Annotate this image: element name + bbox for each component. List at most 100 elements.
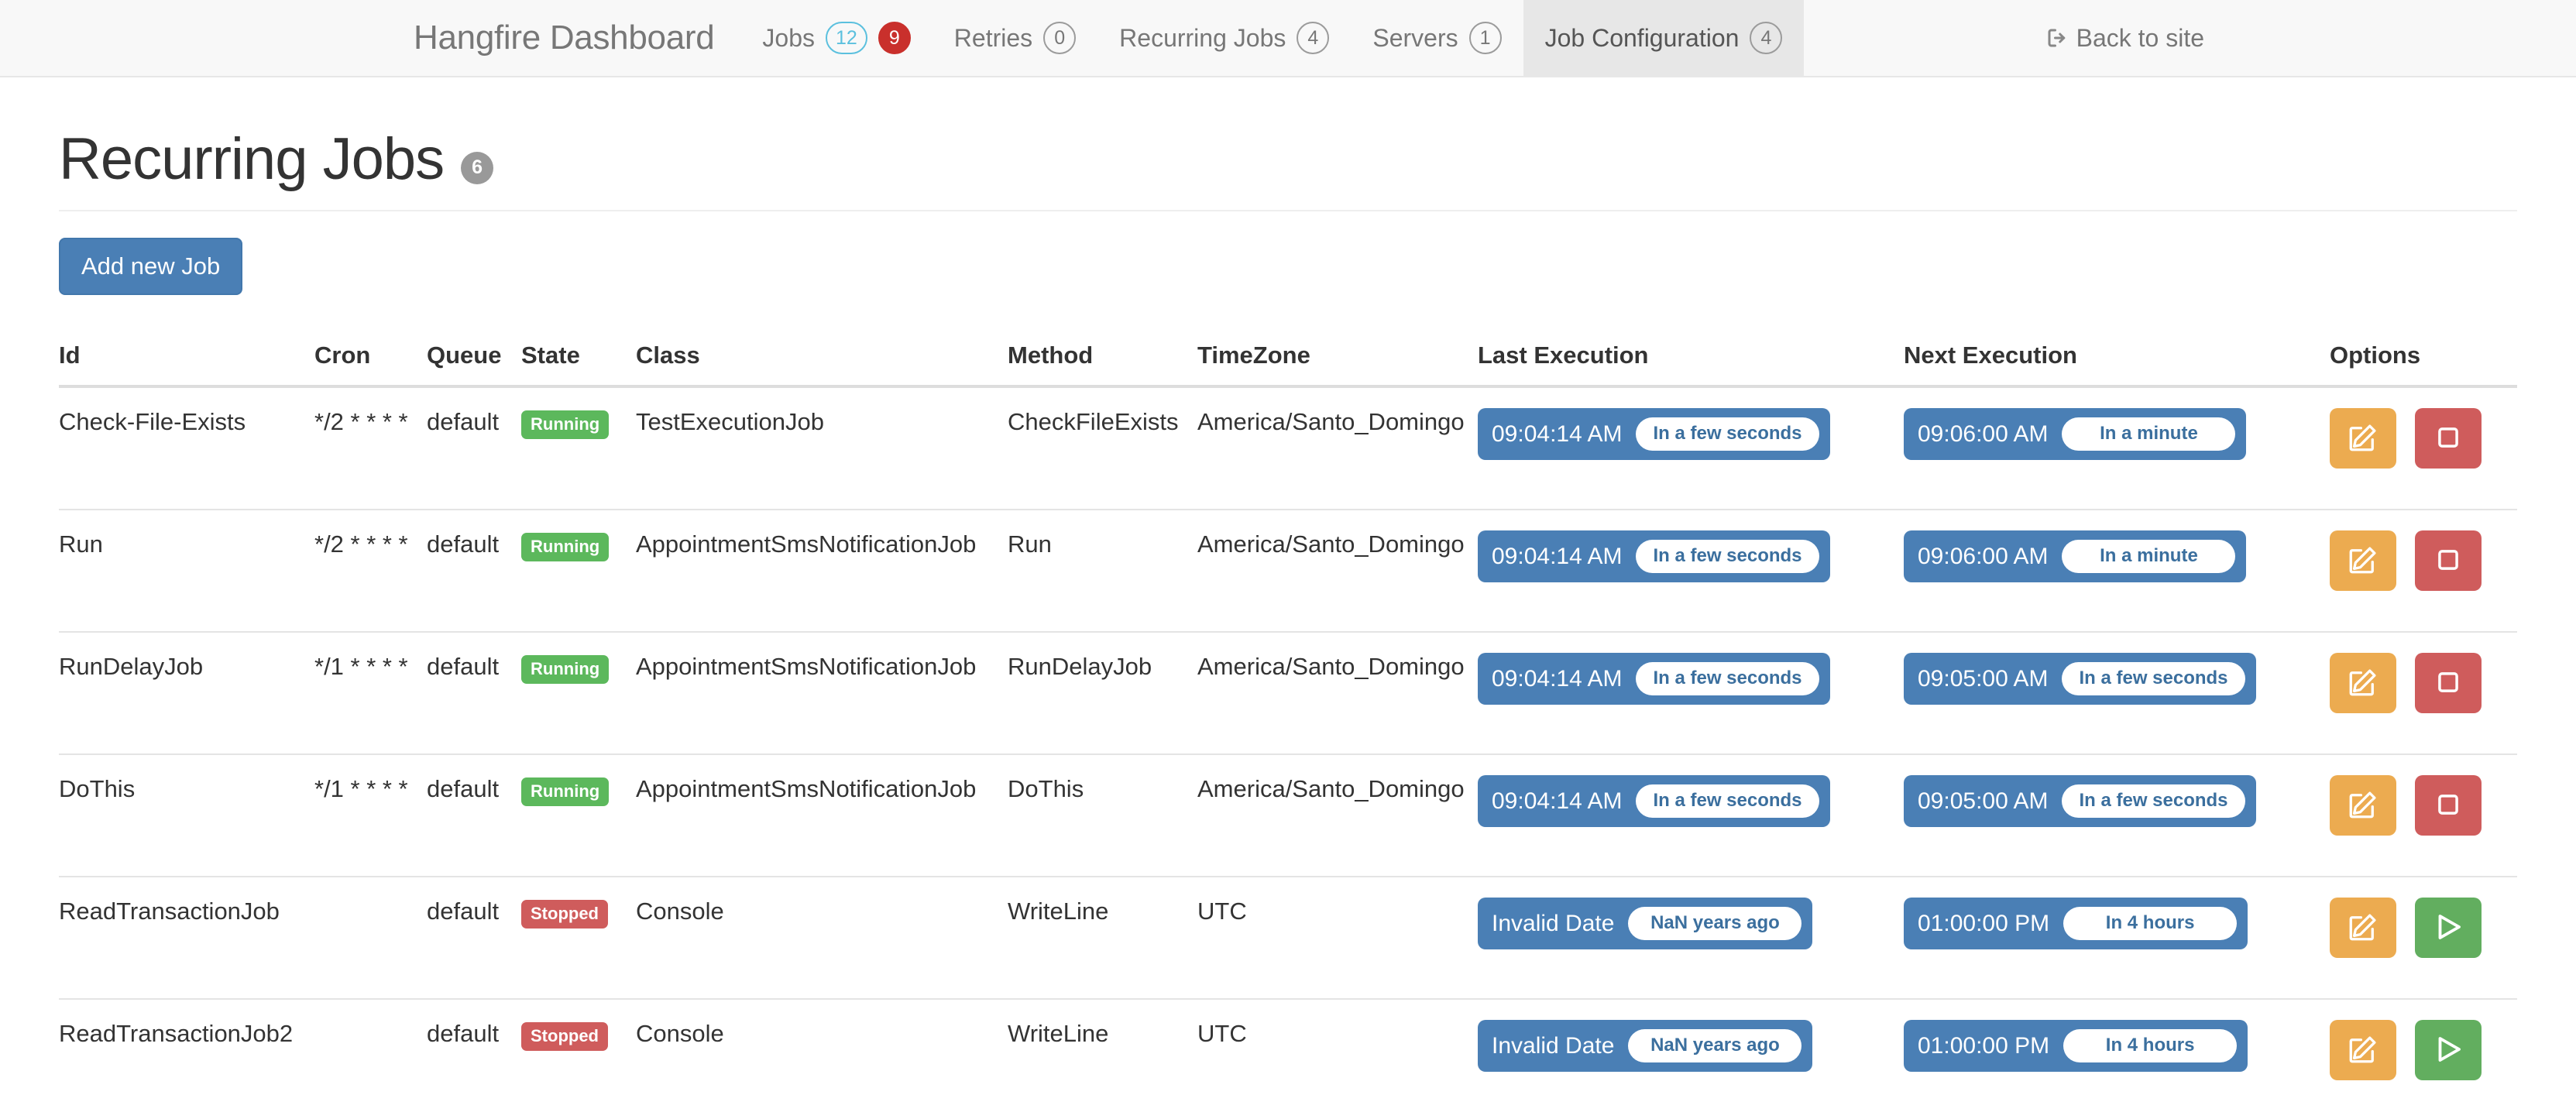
last-execution-badge: 09:04:14 AM In a few seconds [1478, 530, 1830, 582]
edit-job-button[interactable] [2330, 530, 2396, 591]
edit-job-button[interactable] [2330, 408, 2396, 469]
execution-time: 09:06:00 AM [1918, 543, 2049, 569]
cell-class: Console [636, 998, 1008, 1095]
nav-item-jobs[interactable]: Jobs 12 9 [740, 0, 932, 76]
play-icon [2432, 1033, 2464, 1068]
cell-state: Running [521, 753, 636, 877]
column-header-id: Id [59, 329, 314, 388]
nav-badge-danger: 9 [878, 22, 911, 54]
next-execution-badge: 09:05:00 AM In a few seconds [1904, 653, 2256, 705]
cell-id: ReadTransactionJob [59, 876, 314, 999]
status-badge: Stopped [521, 900, 608, 929]
nav-item-servers[interactable]: Servers 1 [1351, 0, 1523, 76]
execution-relative-time: In a few seconds [2062, 662, 2245, 695]
column-header-next-execution: Next Execution [1904, 329, 2330, 388]
execution-relative-time: In a minute [2062, 540, 2236, 573]
table-row: Run */2 * * * * default Running AppointmentS… [59, 509, 2517, 632]
execution-relative-time: In 4 hours [2063, 907, 2238, 940]
nav-item-job-configuration[interactable]: Job Configuration 4 [1523, 0, 1805, 76]
edit-icon [2347, 666, 2379, 701]
table-row: DoThis */1 * * * * default Running Appointme… [59, 753, 2517, 877]
recurring-jobs-table: Id Cron Queue State Class Method TimeZon… [59, 329, 2517, 1095]
play-icon [2432, 911, 2464, 946]
execution-time: 01:00:00 PM [1918, 910, 2050, 936]
cell-class: Console [636, 876, 1008, 999]
back-to-site-link[interactable]: Back to site [2024, 24, 2226, 53]
options-button-group [2330, 1020, 2517, 1080]
cell-id: Run [59, 509, 314, 632]
cell-method: Run [1008, 509, 1197, 632]
column-header-queue: Queue [427, 329, 521, 388]
table-row: Check-File-Exists */2 * * * * default Runni… [59, 386, 2517, 510]
cell-cron: */1 * * * * [314, 631, 427, 754]
cell-last-execution: Invalid Date NaN years ago [1478, 876, 1904, 999]
options-button-group [2330, 898, 2517, 958]
edit-job-button[interactable] [2330, 653, 2396, 713]
cell-timezone: UTC [1197, 998, 1478, 1095]
edit-job-button[interactable] [2330, 775, 2396, 836]
nav-item-recurring-jobs[interactable]: Recurring Jobs 4 [1097, 0, 1351, 76]
sign-out-icon [2045, 26, 2069, 50]
column-header-cron: Cron [314, 329, 427, 388]
edit-icon [2347, 1033, 2379, 1068]
page-header: Recurring Jobs 6 [59, 77, 2517, 211]
column-header-method: Method [1008, 329, 1197, 388]
edit-job-button[interactable] [2330, 1020, 2396, 1080]
cell-timezone: America/Santo_Domingo [1197, 631, 1478, 754]
stop-job-button[interactable] [2415, 653, 2482, 713]
add-new-job-button[interactable]: Add new Job [59, 238, 243, 295]
cell-options [2330, 386, 2517, 510]
nav-item-label: Retries [953, 23, 1033, 52]
execution-relative-time: In a few seconds [1636, 784, 1819, 818]
last-execution-badge: Invalid Date NaN years ago [1478, 1020, 1813, 1072]
stop-job-button[interactable] [2415, 775, 2482, 836]
execution-time: Invalid Date [1492, 1032, 1615, 1059]
stop-job-button[interactable] [2415, 530, 2482, 591]
nav-items: Jobs 12 9 Retries 0 Recurring Jobs 4 Servers 1 Jo… [740, 0, 1805, 76]
cell-next-execution: 09:06:00 AM In a minute [1904, 509, 2330, 632]
column-header-options: Options [2330, 329, 2517, 388]
status-badge: Stopped [521, 1022, 608, 1051]
status-badge: Running [521, 410, 610, 439]
execution-time: 09:05:00 AM [1918, 788, 2049, 814]
cell-options [2330, 631, 2517, 754]
cell-next-execution: 01:00:00 PM In 4 hours [1904, 876, 2330, 999]
cell-class: TestExecutionJob [636, 408, 824, 435]
cell-last-execution: 09:04:14 AM In a few seconds [1478, 386, 1904, 510]
play-job-button[interactable] [2415, 1020, 2482, 1080]
cell-next-execution: 09:06:00 AM In a minute [1904, 386, 2330, 510]
page-title: Recurring Jobs [59, 126, 445, 192]
play-job-button[interactable] [2415, 898, 2482, 958]
stop-job-button[interactable] [2415, 408, 2482, 469]
cell-options [2330, 998, 2517, 1095]
navbar: Hangfire Dashboard Jobs 12 9 Retries 0 Recurr… [0, 0, 2576, 77]
execution-time: Invalid Date [1492, 910, 1615, 936]
cell-method: RunDelayJob [1008, 631, 1197, 754]
execution-time: 01:00:00 PM [1918, 1032, 2050, 1059]
status-badge: Running [521, 655, 610, 684]
column-header-class: Class [636, 329, 1008, 388]
execution-relative-time: NaN years ago [1628, 907, 1802, 940]
nav-badge-info: 12 [825, 22, 867, 54]
nav-badge-default: 0 [1043, 22, 1077, 54]
cell-queue: default [427, 408, 500, 435]
cell-id: Check-File-Exists [59, 408, 246, 435]
edit-job-button[interactable] [2330, 898, 2396, 958]
nav-item-label: Job Configuration [1544, 23, 1740, 52]
cell-timezone: America/Santo_Domingo [1197, 753, 1478, 877]
main-container: Recurring Jobs 6 Add new Job Id Cron Que… [0, 77, 2576, 1095]
cell-last-execution: 09:04:14 AM In a few seconds [1478, 631, 1904, 754]
next-execution-badge: 09:06:00 AM In a minute [1904, 408, 2247, 460]
cell-last-execution: Invalid Date NaN years ago [1478, 998, 1904, 1095]
cell-next-execution: 09:05:00 AM In a few seconds [1904, 753, 2330, 877]
next-execution-badge: 09:05:00 AM In a few seconds [1904, 775, 2256, 827]
execution-relative-time: In a few seconds [1636, 662, 1819, 695]
cell-state: Running [521, 386, 636, 510]
brand-title[interactable]: Hangfire Dashboard [387, 0, 740, 76]
execution-relative-time: In a few seconds [2062, 784, 2245, 818]
table-row: RunDelayJob */1 * * * * default Running Appo… [59, 631, 2517, 754]
nav-item-retries[interactable]: Retries 0 [933, 0, 1097, 76]
execution-time: 09:05:00 AM [1918, 665, 2049, 692]
column-header-timezone: TimeZone [1197, 329, 1478, 388]
cell-queue: default [427, 631, 521, 754]
